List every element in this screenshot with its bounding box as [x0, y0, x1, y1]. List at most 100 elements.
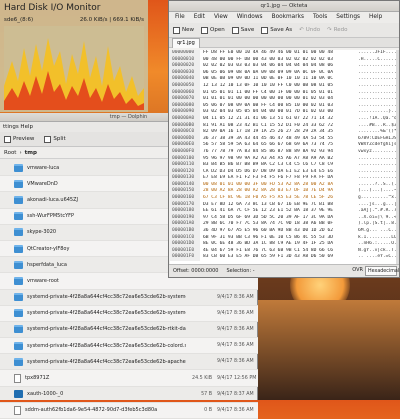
file-row[interactable]: systemd-private-4f28a8a644cf4cc38c72ea6e…: [0, 354, 258, 371]
hex-bytes[interactable]: 06 05 06 09 08 0A 0A 09 08 09 09 0A 0C 0…: [200, 70, 354, 77]
hex-bytes[interactable]: 67 C3 CF 8C 9E 18 F0 A5 F5 A5 E3 5E 78 C…: [200, 195, 354, 202]
hex-row[interactable]: 000001E0 4E 04 67 59 F1 E8 76 7C 63 6B 9B…: [170, 247, 398, 255]
hex-row[interactable]: 00000110 B3 B4 B5 B6 B7 B8 B9 BA C2 C3 C4…: [170, 162, 398, 169]
hex-chars[interactable]: ................: [354, 156, 398, 163]
hex-bytes[interactable]: 01 05 01 01 11 00 FF C4 00 1F 00 00 01 0…: [200, 90, 354, 97]
hex-bytes[interactable]: 02 02 02 03 03 03 03 04 06 04 04 04 04 0…: [200, 63, 354, 70]
hex-row[interactable]: 00000040 0B 0E 0B 09 09 0D 11 0D 0E 0F 10…: [170, 76, 398, 83]
hex-bytes[interactable]: 01 01 01 01 00 00 00 00 00 00 00 00 01 0…: [200, 96, 354, 103]
hex-row[interactable]: 00000010 00 48 00 00 FF DB 00 43 00 03 02…: [170, 56, 398, 64]
hex-chars[interactable]: 6789:CDEFGHIJSTU: [354, 136, 398, 143]
overwrite-mode-indicator[interactable]: OVR: [352, 267, 363, 273]
hex-chars[interactable]: ................: [354, 63, 398, 70]
hex-chars[interactable]: ................: [354, 96, 398, 103]
menu-file[interactable]: File: [175, 12, 185, 23]
hex-bytes[interactable]: 12 13 12 10 13 0F 10 10 10 FF C0 00 0B 0…: [200, 83, 354, 90]
hex-chars[interactable]: ..X.oi=]\ 9..<..: [354, 215, 398, 222]
hex-row[interactable]: 000001F0 83 CB 60 E3 E5 AF DB 65 59 F1 3D…: [170, 254, 398, 261]
hex-row[interactable]: 000000F0 76 77 78 79 7A 83 84 85 86 87 88…: [170, 148, 398, 156]
split-button[interactable]: Split: [44, 135, 66, 143]
hex-row[interactable]: 00000060 01 05 01 01 11 00 FF C4 00 1F 00…: [170, 89, 398, 97]
hex-chars[interactable]: ......?..S..(...: [354, 182, 398, 189]
hex-chars[interactable]: ................: [354, 70, 398, 77]
hex-row[interactable]: 00000090 03 02 04 03 05 05 04 04 00 00 01…: [170, 109, 398, 116]
preview-button[interactable]: Preview: [4, 135, 34, 143]
hex-row[interactable]: 00000180 EE 61 41 6A 7C CF 5E 12 23 E1 52…: [170, 208, 398, 215]
hex-bytes[interactable]: 03 02 04 03 05 05 04 04 00 00 01 7D 01 0…: [200, 109, 354, 116]
hex-row[interactable]: 00000070 01 01 01 01 00 00 00 00 00 00 00…: [170, 96, 398, 103]
file-row[interactable]: sddm-auth62fb1da6-9e54-4872-90d7-d3feb5c…: [0, 402, 258, 419]
hex-row[interactable]: 000001D0 8E 0C 6E 48 36 BD 3A 1C 88 C9 AE…: [170, 241, 398, 248]
hex-bytes[interactable]: 29 8B 6C 70 F7 7C 53 8A 74 7C 9D 18 38 A…: [200, 221, 354, 228]
hex-chars[interactable]: .H.....C........: [354, 57, 398, 64]
hex-chars[interactable]: ..`....eY.=C..Pi: [354, 254, 398, 261]
hex-chars[interactable]: ).lp.|S.t|..8...: [354, 221, 398, 228]
hex-chars[interactable]: ................: [354, 90, 398, 97]
hex-bytes[interactable]: 05 06 07 08 09 0A 0B FF C4 00 B5 10 00 0…: [200, 103, 354, 110]
hex-chars[interactable]: ....#B...R..$3br: [354, 123, 398, 130]
menu-view[interactable]: View: [214, 12, 228, 23]
tab-qr1-jpg[interactable]: qr1.jpg: [172, 37, 200, 48]
hex-row[interactable]: 00000000 FF D8 FF E0 00 10 4A 46 49 46 00…: [170, 50, 398, 57]
file-row[interactable]: systemd-private-4f28a8a644cf4cc38c72ea6e…: [0, 322, 258, 339]
hex-bytes[interactable]: B3 B4 B5 B6 B7 B8 B9 BA C2 C3 C4 C5 C6 C…: [200, 162, 354, 169]
hex-chars[interactable]: ................: [354, 76, 398, 83]
hex-row[interactable]: 000001C0 6B 9F 31 93 BB C3 96 F1 0E 10 C5…: [170, 234, 398, 242]
redo-button[interactable]: ↷ Redo: [327, 27, 347, 33]
file-row[interactable]: xauth-1000-_0 57 B 9/4/17 8:37 AM: [0, 387, 258, 403]
menu-edit[interactable]: Edit: [194, 12, 205, 23]
hex-chars[interactable]: 6M.g...`...C..-b: [354, 228, 398, 235]
hex-row[interactable]: 00000120 CA D2 D3 D4 D5 D6 D7 D8 D9 DA E1…: [170, 168, 398, 176]
hex-row[interactable]: 000000C0 82 09 0A 16 17 18 19 1A 25 26 27…: [170, 129, 398, 136]
hex-row[interactable]: 00000150 28 00 A2 8A 28 00 A2 8A 28 03 E7…: [170, 188, 398, 196]
vertical-scrollbar[interactable]: [396, 50, 399, 265]
hex-bytes[interactable]: 00 48 00 00 FF DB 00 43 00 03 02 02 02 0…: [200, 57, 354, 64]
hex-chars[interactable]: (...(...(....~..: [354, 188, 398, 195]
hex-row[interactable]: 00000170 D3 E7 8D 12 6A 73 8C 13 CB 67 16…: [170, 201, 398, 209]
hex-bytes[interactable]: 95 96 97 98 99 9A A2 A3 A4 A5 A6 A7 A8 A…: [200, 156, 354, 163]
hex-chars[interactable]: vwxyz...........: [354, 149, 398, 156]
hex-chars[interactable]: ................: [354, 169, 398, 176]
hex-bytes[interactable]: D3 E7 8D 12 6A 73 8C 13 CB 67 16 EB 9E 7…: [200, 202, 354, 209]
hex-row[interactable]: 000000B0 81 91 A1 08 23 42 B1 C1 15 52 D1…: [170, 122, 398, 130]
undo-button[interactable]: ↶ Undo: [299, 27, 320, 33]
menu-bookmarks[interactable]: Bookmarks: [272, 12, 304, 23]
hex-row[interactable]: 00000160 67 C3 CF 8C 9E 18 F0 A5 F5 A5 E3…: [170, 195, 398, 202]
hex-row[interactable]: 000001A0 29 8B 6C 70 F7 7C 53 8A 74 7C 9D…: [170, 221, 398, 229]
hex-bytes[interactable]: 04 11 05 12 21 31 41 06 13 51 61 07 22 7…: [200, 116, 354, 123]
okteta-titlebar[interactable]: qr1.jpg — Okteta: [169, 1, 399, 12]
file-row[interactable]: systemd-private-4f28a8a644cf4cc38c72ea6e…: [0, 305, 258, 322]
hex-bytes[interactable]: 76 77 78 79 7A 83 84 85 86 87 88 89 8A 9…: [200, 149, 354, 156]
hex-chars[interactable]: ....js...g...|..: [354, 202, 398, 209]
hex-row[interactable]: 000000A0 04 11 05 12 21 31 41 06 13 51 61…: [170, 115, 398, 123]
hex-row[interactable]: 00000020 02 02 02 03 03 03 03 04 06 04 04…: [170, 63, 398, 70]
hex-chars[interactable]: .aAj|.^.#.R..7..: [354, 208, 398, 215]
open-button[interactable]: Open: [201, 26, 225, 34]
hex-bytes[interactable]: 81 91 A1 08 23 42 B1 C1 15 52 D1 F0 24 3…: [200, 123, 354, 130]
hex-chars[interactable]: k.1.........LUS=: [354, 235, 398, 242]
hex-bytes[interactable]: 8E 0C 6E 48 36 BD 3A 1C 88 C9 AE 19 4F 1…: [200, 241, 354, 248]
hex-chars[interactable]: N.gY..v|ck..T.f.: [354, 248, 398, 255]
menu-help[interactable]: Help: [369, 12, 382, 23]
hex-row[interactable]: 00000130 E7 E8 E9 EA F1 F2 F3 F4 F5 F6 F7…: [170, 175, 398, 182]
menu-windows[interactable]: Windows: [237, 12, 263, 23]
hex-chars[interactable]: ................: [354, 83, 398, 90]
hex-bytes[interactable]: E7 E8 E9 EA F1 F2 F3 F4 F5 F6 F7 F8 F9 F…: [200, 175, 354, 182]
hex-row[interactable]: 00000140 00 08 01 01 00 00 3F 00 FD 53 A2…: [170, 181, 398, 189]
breadcrumb-root[interactable]: Root: [4, 150, 16, 156]
hex-bytes[interactable]: CA D2 D3 D4 D5 D6 D7 D8 D9 DA E1 E2 E3 E…: [200, 169, 354, 176]
save-as-button[interactable]: Save As: [261, 26, 292, 34]
hex-chars[interactable]: ................: [354, 175, 398, 182]
file-row[interactable]: systemd-private-4f28a8a644cf4cc38c72ea6e…: [0, 338, 258, 355]
hex-row[interactable]: 00000050 12 13 12 10 13 0F 10 10 10 FF C0…: [170, 82, 398, 90]
hex-bytes[interactable]: 4E 04 67 59 F1 E8 76 7C 63 6B 9B C1 54 8…: [200, 248, 354, 255]
hex-bytes[interactable]: 36 4D 97 67 A5 E5 96 60 BA 9D 8B 43 D0 1…: [200, 228, 354, 235]
menu-tools[interactable]: Tools: [313, 12, 327, 23]
hex-chars[interactable]: g..........^x._&: [354, 195, 398, 202]
hex-bytes[interactable]: 82 09 0A 16 17 18 19 1A 25 26 27 28 29 2…: [200, 129, 354, 136]
save-button[interactable]: Save: [231, 26, 254, 34]
hex-chars[interactable]: ....!1A..Qa."q.2: [354, 116, 398, 123]
hex-row[interactable]: 000000D0 36 37 38 39 3A 43 44 45 46 47 48…: [170, 135, 398, 143]
hex-bytes[interactable]: 83 CB 60 E3 E5 AF DB 65 59 F1 3D 43 A8 D…: [200, 254, 354, 261]
hex-row[interactable]: 00000100 95 96 97 98 99 9A A2 A3 A4 A5 A6…: [170, 155, 398, 163]
